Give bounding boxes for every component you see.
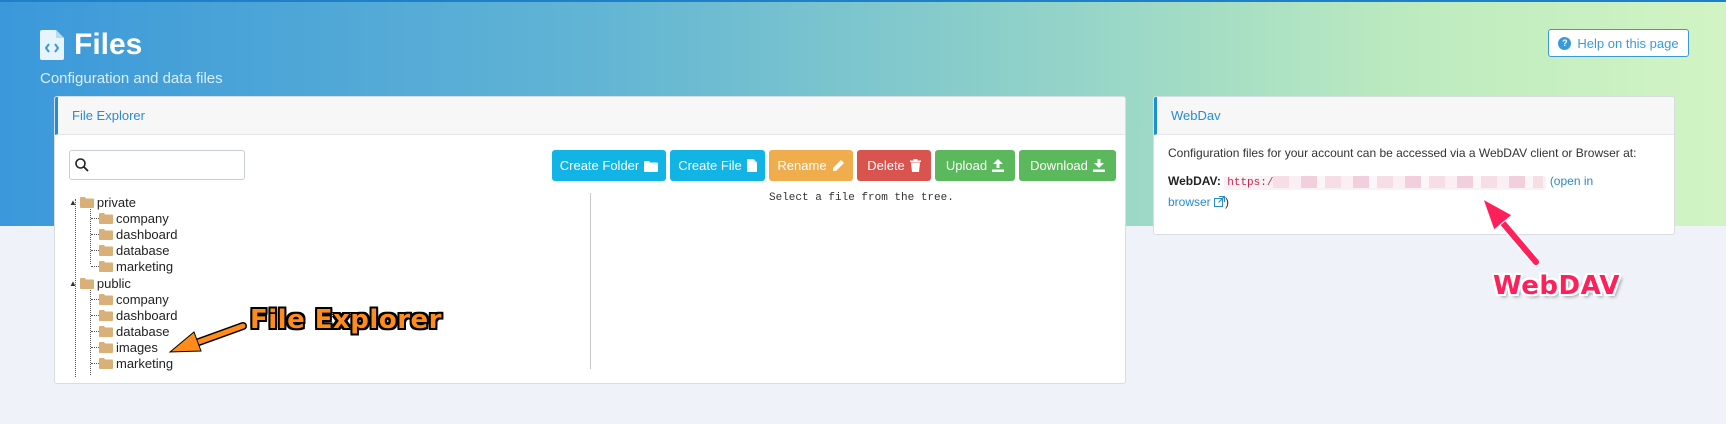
folder-icon: [99, 212, 113, 224]
webdav-description: Configuration files for your account can…: [1168, 146, 1637, 160]
page-header: Files Configuration and data files: [40, 28, 223, 87]
upload-label: Upload: [945, 158, 988, 173]
caret-down-icon[interactable]: ▲: [69, 198, 77, 207]
create-file-label: Create File: [678, 158, 742, 173]
tree-connector: [91, 299, 99, 300]
code-file-icon: [40, 30, 64, 60]
caret-down-icon[interactable]: ▲: [69, 279, 77, 288]
close-paren: ): [1225, 195, 1230, 209]
tree-connector: [91, 363, 99, 364]
tree-connector: [91, 250, 99, 251]
tree-node-private-dashboard[interactable]: dashboard: [99, 226, 177, 242]
tree-node-public-dashboard[interactable]: dashboard: [99, 307, 177, 323]
file-explorer-panel: File Explorer Create Folder Create File …: [54, 96, 1126, 384]
folder-icon: [99, 325, 113, 337]
page-subtitle: Configuration and data files: [40, 70, 223, 87]
tree-node-label: company: [116, 210, 169, 226]
download-label: Download: [1030, 158, 1088, 173]
download-icon: [1092, 159, 1105, 172]
webdav-annotation: WebDAV: [1493, 271, 1621, 301]
webdav-url-row: WebDAV: https:/ (open in browser ): [1168, 172, 1638, 212]
file-explorer-title: File Explorer: [72, 108, 145, 123]
tree-node-private-marketing[interactable]: marketing: [99, 258, 173, 274]
create-folder-button[interactable]: Create Folder: [552, 150, 666, 181]
file-explorer-header: File Explorer: [55, 97, 1125, 135]
external-link-icon: [1214, 195, 1226, 207]
folder-icon: [99, 309, 113, 321]
tree-node-private-database[interactable]: database: [99, 242, 170, 258]
download-button[interactable]: Download: [1019, 150, 1116, 181]
create-folder-label: Create Folder: [559, 158, 640, 173]
help-button[interactable]: ? Help on this page: [1548, 29, 1689, 57]
tree-connector: [91, 331, 99, 332]
tree-node-public-images[interactable]: images: [99, 339, 158, 355]
folder-icon: [99, 293, 113, 305]
open-link-text-2: browser: [1168, 195, 1211, 209]
folder-icon: [79, 196, 94, 208]
folder-icon: [644, 160, 659, 172]
upload-icon: [992, 159, 1005, 172]
tree-node-label: public: [96, 275, 131, 291]
tree-node-private-company[interactable]: company: [99, 210, 169, 226]
banner-top-border: [0, 0, 1726, 2]
webdav-header: WebDav: [1154, 97, 1674, 135]
webdav-url-text: https:/: [1227, 177, 1274, 189]
folder-icon: [79, 277, 94, 289]
question-circle-icon: ?: [1558, 36, 1572, 50]
tree-connector: [91, 315, 99, 316]
create-file-button[interactable]: Create File: [670, 150, 765, 181]
pencil-icon: [832, 159, 845, 172]
folder-icon: [99, 244, 113, 256]
delete-label: Delete: [867, 158, 905, 173]
search-icon: [75, 158, 89, 172]
folder-icon: [99, 228, 113, 240]
tree-connector: [91, 266, 99, 267]
tree-node-public-database[interactable]: database: [99, 323, 170, 339]
open-link-text: (open in: [1549, 174, 1594, 188]
delete-button[interactable]: Delete: [857, 150, 931, 181]
tree-node-label: marketing: [116, 355, 174, 371]
folder-icon: [99, 341, 113, 353]
tree-node-private[interactable]: ▲ private: [69, 194, 136, 210]
page-title: Files: [74, 28, 143, 61]
file-toolbar: Create Folder Create File Rename Delete …: [552, 150, 1120, 181]
tree-node-label: dashboard: [116, 307, 178, 323]
rename-button[interactable]: Rename: [769, 150, 853, 181]
file-preview-hint: Select a file from the tree.: [769, 192, 954, 204]
tree-node-label: private: [96, 194, 136, 210]
folder-icon: [99, 260, 113, 272]
webdav-panel: WebDav Configuration files for your acco…: [1153, 96, 1675, 235]
tree-node-public-marketing[interactable]: marketing: [99, 355, 173, 371]
tree-node-label: database: [116, 323, 170, 339]
folder-icon: [99, 357, 113, 369]
file-icon: [746, 159, 757, 172]
webdav-title: WebDav: [1171, 108, 1221, 123]
tree-node-label: images: [116, 339, 158, 355]
upload-button[interactable]: Upload: [935, 150, 1015, 181]
pane-splitter[interactable]: [590, 193, 591, 369]
rename-label: Rename: [777, 158, 827, 173]
redacted-url-segment: [1273, 176, 1544, 189]
search-input[interactable]: [92, 154, 244, 178]
tree-node-label: company: [116, 291, 169, 307]
tree-connector: [90, 207, 91, 264]
webdav-label: WebDAV:: [1168, 174, 1221, 188]
tree-node-public[interactable]: ▲ public: [69, 275, 131, 291]
tree-connector: [91, 218, 99, 219]
tree-node-label: database: [116, 242, 170, 258]
tree-node-label: marketing: [116, 258, 174, 274]
search-box: [69, 150, 245, 180]
file-explorer-annotation: File Explorer: [250, 305, 442, 335]
help-button-label: Help on this page: [1577, 35, 1679, 51]
tree-node-label: dashboard: [116, 226, 178, 242]
tree-node-public-company[interactable]: company: [99, 291, 169, 307]
webdav-url: https:/: [1224, 176, 1547, 190]
tree-connector: [91, 347, 99, 348]
trash-icon: [909, 159, 921, 172]
tree-connector: [91, 234, 99, 235]
title-row: Files: [40, 28, 223, 62]
